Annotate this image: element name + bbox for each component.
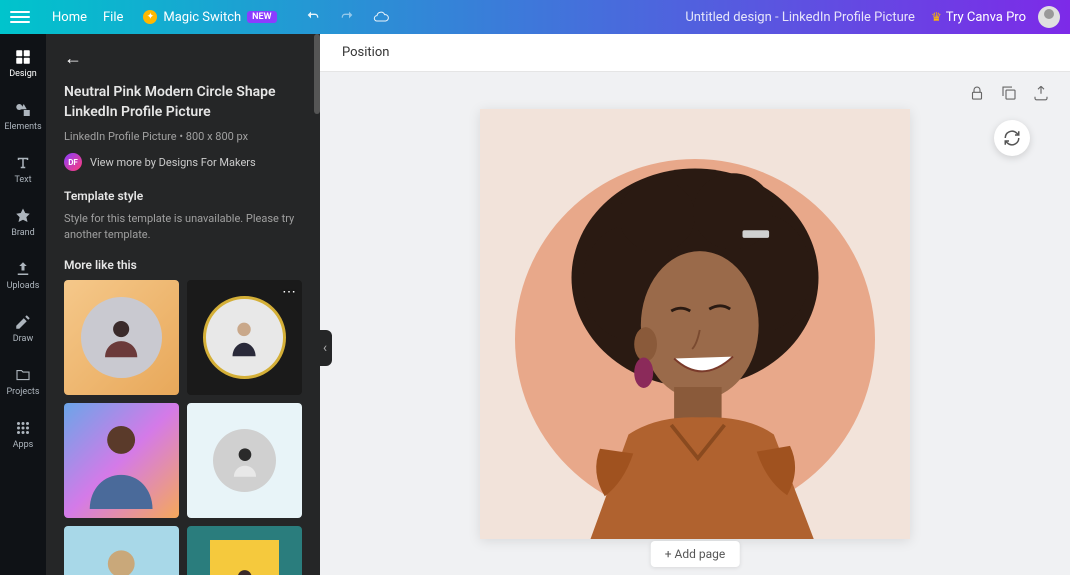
more-icon[interactable]: ⋯	[282, 284, 296, 300]
template-thumb[interactable]: ⋯	[187, 280, 302, 395]
collapse-panel-handle[interactable]	[318, 330, 332, 366]
top-header: Home File ✦ Magic Switch NEW Untitled de…	[0, 0, 1070, 34]
duplicate-icon[interactable]	[1000, 84, 1018, 102]
canvas-area: Position	[320, 34, 1070, 575]
more-heading: More like this	[64, 258, 302, 272]
user-avatar[interactable]	[1038, 6, 1060, 28]
template-thumb[interactable]	[187, 403, 302, 518]
template-title: Neutral Pink Modern Circle Shape LinkedI…	[64, 83, 302, 122]
refresh-icon	[1003, 129, 1021, 147]
creator-text: View more by Designs For Makers	[90, 156, 256, 169]
lock-icon[interactable]	[968, 84, 986, 102]
home-button[interactable]: Home	[44, 6, 95, 29]
canvas-toolbar: Position	[320, 34, 1070, 72]
creator-avatar: DF	[64, 153, 82, 171]
redo-icon[interactable]	[339, 9, 355, 25]
rail-brand[interactable]: Brand	[0, 203, 46, 242]
template-panel: ← Neutral Pink Modern Circle Shape Linke…	[46, 34, 320, 575]
document-title[interactable]: Untitled design - LinkedIn Profile Pictu…	[389, 10, 931, 25]
magic-switch-label: Magic Switch	[163, 10, 241, 25]
try-pro-button[interactable]: ♛ Try Canva Pro	[931, 10, 1026, 25]
rail-projects[interactable]: Projects	[0, 362, 46, 401]
undo-icon[interactable]	[305, 9, 321, 25]
style-message: Style for this template is unavailable. …	[64, 211, 302, 242]
template-thumb[interactable]	[64, 280, 179, 395]
template-thumb[interactable]	[187, 526, 302, 575]
magic-switch-button[interactable]: ✦ Magic Switch NEW	[135, 6, 284, 29]
rail-elements[interactable]: Elements	[0, 97, 46, 136]
template-meta: LinkedIn Profile Picture • 800 x 800 px	[64, 130, 302, 143]
add-page-button[interactable]: + Add page	[651, 541, 740, 567]
canvas-viewport[interactable]	[320, 72, 1070, 575]
refresh-button[interactable]	[994, 120, 1030, 156]
rail-design[interactable]: Design	[0, 44, 46, 83]
crown-icon: ♛	[931, 10, 942, 24]
style-heading: Template style	[64, 189, 302, 203]
side-rail: Design Elements Text Brand Uploads Draw …	[0, 34, 46, 575]
export-icon[interactable]	[1032, 84, 1050, 102]
rail-draw[interactable]: Draw	[0, 309, 46, 348]
template-grid: ⋯	[64, 280, 302, 575]
rail-uploads[interactable]: Uploads	[0, 256, 46, 295]
menu-icon[interactable]	[10, 11, 30, 23]
file-button[interactable]: File	[95, 6, 131, 29]
artboard[interactable]	[480, 109, 910, 539]
new-badge: NEW	[247, 11, 276, 23]
cloud-sync-icon[interactable]	[373, 9, 389, 25]
template-thumb[interactable]	[64, 403, 179, 518]
creator-link[interactable]: DF View more by Designs For Makers	[64, 153, 302, 171]
rail-text[interactable]: Text	[0, 150, 46, 189]
position-button[interactable]: Position	[334, 41, 397, 64]
sparkle-icon: ✦	[143, 10, 157, 24]
profile-photo	[505, 159, 885, 539]
template-thumb[interactable]	[64, 526, 179, 575]
rail-apps[interactable]: Apps	[0, 415, 46, 454]
try-pro-label: Try Canva Pro	[946, 10, 1026, 25]
back-arrow-icon[interactable]: ←	[64, 48, 82, 69]
